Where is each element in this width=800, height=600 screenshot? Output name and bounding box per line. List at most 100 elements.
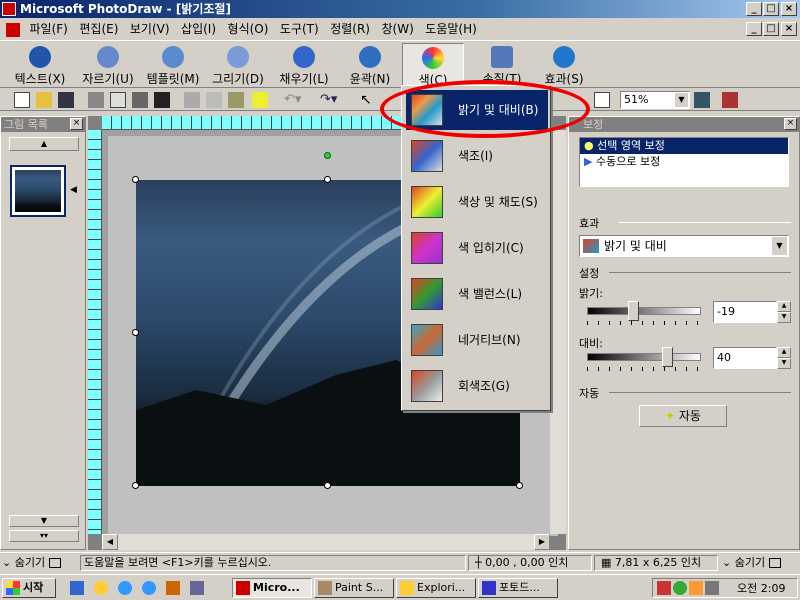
- close-icon[interactable]: ×: [784, 118, 797, 130]
- hide-left-button[interactable]: ⌄ 숨기기: [2, 555, 78, 571]
- doc-minimize-button[interactable]: _: [746, 22, 762, 36]
- zoom-select[interactable]: 51% ▼: [620, 91, 690, 109]
- menu-file[interactable]: 파일(F): [26, 22, 72, 36]
- menu-item-color-balance[interactable]: 색 밸런스(L): [406, 274, 548, 314]
- brightness-slider[interactable]: [587, 307, 701, 315]
- outlook-icon[interactable]: [94, 581, 108, 595]
- resize-handle-t[interactable]: [324, 176, 331, 183]
- scroll-down-button[interactable]: ▼: [9, 515, 79, 527]
- menu-format[interactable]: 형식(O): [224, 22, 273, 36]
- rotate-handle[interactable]: [324, 152, 331, 159]
- menu-insert[interactable]: 삽입(I): [177, 22, 220, 36]
- menu-view[interactable]: 보기(V): [126, 22, 174, 36]
- hide-right-button[interactable]: ⌄ 숨기기: [722, 555, 798, 571]
- redo-icon[interactable]: ↷▾: [320, 92, 350, 108]
- resize-handle-b[interactable]: [324, 482, 331, 489]
- crop-button[interactable]: 자르기(U): [76, 43, 140, 87]
- menu-window[interactable]: 창(W): [378, 22, 418, 36]
- doc-close-button[interactable]: ×: [781, 22, 797, 36]
- outline-button[interactable]: 윤곽(N): [340, 43, 400, 87]
- scan-icon[interactable]: [132, 92, 148, 108]
- resize-handle-br[interactable]: [516, 482, 523, 489]
- brightness-slider-thumb[interactable]: [628, 301, 640, 321]
- menu-item-negative[interactable]: 네거티브(N): [406, 320, 548, 360]
- task-paint[interactable]: Paint S...: [314, 578, 394, 598]
- task-word[interactable]: 포토드...: [478, 578, 558, 598]
- task-photodraw[interactable]: Micro...: [232, 578, 312, 598]
- page-icon[interactable]: [594, 92, 610, 108]
- minimize-button[interactable]: _: [746, 2, 762, 16]
- vertical-scrollbar[interactable]: [550, 130, 566, 534]
- ie-icon[interactable]: [118, 581, 132, 595]
- book-icon[interactable]: [722, 92, 738, 108]
- horizontal-scrollbar[interactable]: ◀ ▶: [102, 534, 550, 550]
- contrast-up[interactable]: ▲: [777, 347, 791, 358]
- correction-mode-list[interactable]: ● 선택 영역 보정 ▶ 수동으로 보정: [579, 137, 789, 187]
- brightness-input[interactable]: -19: [713, 301, 777, 323]
- list-item[interactable]: ● 선택 영역 보정: [580, 138, 788, 154]
- chevron-down-icon[interactable]: ▼: [675, 93, 688, 107]
- text-button[interactable]: 텍스트(X): [10, 43, 70, 87]
- volume-icon[interactable]: [705, 581, 719, 595]
- tray-icon-2[interactable]: [673, 581, 687, 595]
- cut-icon[interactable]: [184, 92, 200, 108]
- scroll-up-button[interactable]: ▲: [9, 137, 79, 151]
- format-painter-icon[interactable]: [252, 92, 268, 108]
- copy-icon[interactable]: [206, 92, 222, 108]
- contrast-input[interactable]: 40: [713, 347, 777, 369]
- brightness-up[interactable]: ▲: [777, 301, 791, 312]
- pointer-icon[interactable]: ↖: [360, 92, 376, 108]
- resize-handle-tl[interactable]: [132, 176, 139, 183]
- paste-icon[interactable]: [228, 92, 244, 108]
- task-explorer[interactable]: Explori...: [396, 578, 476, 598]
- auto-button[interactable]: ✦ 자동: [639, 405, 727, 427]
- doc-restore-button[interactable]: □: [763, 22, 779, 36]
- resize-handle-bl[interactable]: [132, 482, 139, 489]
- template-button[interactable]: 템플릿(M): [140, 43, 206, 87]
- app-launch-icon[interactable]: [166, 581, 180, 595]
- close-button[interactable]: ×: [781, 2, 797, 16]
- menu-item-colorize[interactable]: 색 입히기(C): [406, 228, 548, 268]
- draw-button[interactable]: 그리기(D): [206, 43, 270, 87]
- fill-button[interactable]: 채우기(L): [272, 43, 336, 87]
- resize-handle-l[interactable]: [132, 329, 139, 336]
- tray-icon-3[interactable]: [689, 581, 703, 595]
- contrast-slider-thumb[interactable]: [661, 347, 673, 367]
- chevron-down-icon[interactable]: ▼: [772, 237, 787, 255]
- brightness-down[interactable]: ▼: [777, 312, 791, 323]
- effects-button[interactable]: 효과(S): [534, 43, 594, 87]
- app-icon[interactable]: [2, 2, 16, 16]
- scroll-right-button[interactable]: ▶: [534, 534, 550, 550]
- contrast-down[interactable]: ▼: [777, 358, 791, 369]
- maximize-button[interactable]: □: [763, 2, 779, 16]
- browser-icon[interactable]: [142, 581, 156, 595]
- menu-item-grayscale[interactable]: 회색조(G): [406, 366, 548, 406]
- effect-select[interactable]: 밝기 및 대비 ▼: [579, 235, 789, 257]
- chevron-left-icon[interactable]: ◀: [70, 185, 77, 195]
- print-icon[interactable]: [88, 92, 104, 108]
- menu-arrange[interactable]: 정렬(R): [326, 22, 374, 36]
- thumbnail[interactable]: [10, 165, 66, 217]
- undo-icon[interactable]: ↶▾: [284, 92, 314, 108]
- menu-edit[interactable]: 편집(E): [75, 22, 122, 36]
- menu-tools[interactable]: 도구(T): [276, 22, 323, 36]
- desktop-icon[interactable]: [70, 581, 84, 595]
- contrast-slider[interactable]: [587, 353, 701, 361]
- start-button[interactable]: 시작: [2, 578, 56, 598]
- menu-help[interactable]: 도움말(H): [421, 22, 481, 36]
- scroll-left-button[interactable]: ◀: [102, 534, 118, 550]
- close-icon[interactable]: ×: [70, 118, 83, 130]
- print-preview-icon[interactable]: [110, 92, 126, 108]
- menu-item-hue-saturation[interactable]: 색상 및 채도(S): [406, 182, 548, 222]
- new-icon[interactable]: [14, 92, 30, 108]
- doc-icon[interactable]: [6, 23, 20, 37]
- camera-icon[interactable]: [154, 92, 170, 108]
- scroll-bottom-button[interactable]: ▾▾: [9, 530, 79, 542]
- save-icon[interactable]: [58, 92, 74, 108]
- app-launch-icon-2[interactable]: [190, 581, 204, 595]
- menu-item-tint[interactable]: 색조(I): [406, 136, 548, 176]
- fit-icon[interactable]: [694, 92, 710, 108]
- list-item[interactable]: ▶ 수동으로 보정: [580, 154, 788, 170]
- open-icon[interactable]: [36, 92, 52, 108]
- tray-icon-1[interactable]: [657, 581, 671, 595]
